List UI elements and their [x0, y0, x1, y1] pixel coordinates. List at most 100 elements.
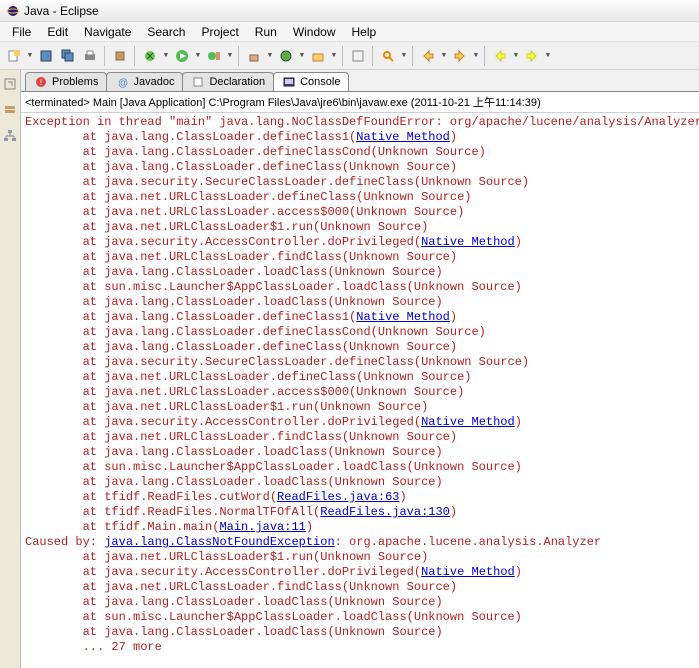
dropdown-icon[interactable]: ▼ — [298, 46, 306, 66]
line: at java.security.AccessController.doPriv… — [25, 415, 421, 429]
menu-run[interactable]: Run — [247, 23, 285, 41]
tab-declaration[interactable]: Declaration — [182, 72, 274, 91]
native-method-link[interactable]: Native Method — [421, 235, 515, 249]
separator — [134, 46, 136, 66]
new-package-button[interactable] — [244, 46, 264, 66]
line: at tfidf.ReadFiles.NormalTFOfAll( — [25, 505, 320, 519]
dropdown-icon[interactable]: ▼ — [440, 46, 448, 66]
line: at java.lang.ClassLoader.loadClass(Unkno… — [25, 595, 443, 609]
declaration-icon — [191, 75, 205, 89]
back-button[interactable] — [490, 46, 510, 66]
line: at java.lang.ClassLoader.defineClass1( — [25, 130, 356, 144]
separator — [342, 46, 344, 66]
line: at java.lang.ClassLoader.loadClass(Unkno… — [25, 445, 443, 459]
tab-label: Javadoc — [133, 76, 174, 88]
line: at java.security.SecureClassLoader.defin… — [25, 355, 529, 369]
line: at java.net.URLClassLoader$1.run(Unknown… — [25, 220, 428, 234]
dropdown-icon[interactable]: ▼ — [512, 46, 520, 66]
tab-console[interactable]: Console — [273, 72, 349, 91]
line: at java.net.URLClassLoader.access$000(Un… — [25, 385, 464, 399]
line: at tfidf.ReadFiles.cutWord( — [25, 490, 277, 504]
native-method-link[interactable]: Native Method — [356, 130, 450, 144]
separator — [484, 46, 486, 66]
line: at java.lang.ClassLoader.loadClass(Unkno… — [25, 295, 443, 309]
line: at tfidf.Main.main( — [25, 520, 219, 534]
source-link[interactable]: ReadFiles.java:63 — [277, 490, 399, 504]
save-button[interactable] — [36, 46, 56, 66]
source-link[interactable]: ReadFiles.java:130 — [320, 505, 450, 519]
tab-problems[interactable]: !Problems — [25, 72, 107, 91]
annotate-prev-button[interactable] — [418, 46, 438, 66]
new-class-button[interactable] — [276, 46, 296, 66]
svg-text:@: @ — [118, 78, 128, 88]
line: at java.net.URLClassLoader$1.run(Unknown… — [25, 550, 428, 564]
line: Caused by: — [25, 535, 104, 549]
console-output[interactable]: Exception in thread "main" java.lang.NoC… — [21, 113, 699, 668]
toolbar: ▼ ▼ ▼ ▼ ▼ ▼ ▼ ▼ ▼ ▼ ▼ ▼ — [0, 42, 699, 70]
console-icon — [282, 75, 296, 89]
menu-file[interactable]: File — [4, 23, 39, 41]
menu-navigate[interactable]: Navigate — [76, 23, 139, 41]
javadoc-icon: @ — [115, 75, 129, 89]
native-method-link[interactable]: Native Method — [421, 565, 515, 579]
line: at java.security.AccessController.doPriv… — [25, 235, 421, 249]
tab-label: Console — [300, 76, 340, 88]
menu-project[interactable]: Project — [193, 23, 246, 41]
line: at java.net.URLClassLoader.defineClass(U… — [25, 190, 471, 204]
line: at java.lang.ClassLoader.loadClass(Unkno… — [25, 625, 443, 639]
view-tabs: !Problems @ Javadoc Declaration Console — [21, 70, 699, 92]
dropdown-icon[interactable]: ▼ — [544, 46, 552, 66]
run-last-button[interactable] — [204, 46, 224, 66]
line: at java.lang.ClassLoader.defineClass(Unk… — [25, 160, 457, 174]
line: at java.net.URLClassLoader.findClass(Unk… — [25, 430, 457, 444]
dropdown-icon[interactable]: ▼ — [26, 46, 34, 66]
separator — [412, 46, 414, 66]
line: at java.lang.ClassLoader.loadClass(Unkno… — [25, 265, 443, 279]
left-sidebar — [0, 70, 21, 668]
line: at sun.misc.Launcher$AppClassLoader.load… — [25, 280, 522, 294]
forward-button[interactable] — [522, 46, 542, 66]
tab-javadoc[interactable]: @ Javadoc — [106, 72, 183, 91]
line: at java.lang.ClassLoader.defineClassCond… — [25, 145, 486, 159]
dropdown-icon[interactable]: ▼ — [400, 46, 408, 66]
print-button[interactable] — [80, 46, 100, 66]
line: at java.security.SecureClassLoader.defin… — [25, 175, 529, 189]
menu-search[interactable]: Search — [139, 23, 193, 41]
line: ... 27 more — [25, 640, 162, 654]
menu-help[interactable]: Help — [344, 23, 385, 41]
build-button[interactable] — [110, 46, 130, 66]
source-link[interactable]: Main.java:11 — [219, 520, 305, 534]
save-all-button[interactable] — [58, 46, 78, 66]
restore-icon[interactable] — [0, 74, 20, 94]
window-title: Java - Eclipse — [24, 4, 99, 18]
line: at java.security.AccessController.doPriv… — [25, 565, 421, 579]
hierarchy-icon[interactable] — [0, 126, 20, 146]
exception-link[interactable]: java.lang.ClassNotFoundException — [104, 535, 334, 549]
dropdown-icon[interactable]: ▼ — [162, 46, 170, 66]
search-button[interactable] — [378, 46, 398, 66]
dropdown-icon[interactable]: ▼ — [226, 46, 234, 66]
native-method-link[interactable]: Native Method — [421, 415, 515, 429]
console-info: <terminated> Main [Java Application] C:\… — [21, 92, 699, 113]
problems-icon: ! — [34, 75, 48, 89]
dropdown-icon[interactable]: ▼ — [266, 46, 274, 66]
separator — [238, 46, 240, 66]
new-folder-button[interactable] — [308, 46, 328, 66]
menu-edit[interactable]: Edit — [39, 23, 76, 41]
tab-label: Declaration — [209, 76, 265, 88]
annotate-next-button[interactable] — [450, 46, 470, 66]
menu-window[interactable]: Window — [285, 23, 344, 41]
line: at java.net.URLClassLoader$1.run(Unknown… — [25, 400, 428, 414]
debug-button[interactable] — [140, 46, 160, 66]
line: Exception in thread "main" java.lang.NoC… — [25, 115, 699, 129]
native-method-link[interactable]: Native Method — [356, 310, 450, 324]
open-type-button[interactable] — [348, 46, 368, 66]
run-button[interactable] — [172, 46, 192, 66]
dropdown-icon[interactable]: ▼ — [472, 46, 480, 66]
dropdown-icon[interactable]: ▼ — [330, 46, 338, 66]
line: at java.lang.ClassLoader.defineClass1( — [25, 310, 356, 324]
dropdown-icon[interactable]: ▼ — [194, 46, 202, 66]
eclipse-icon — [6, 4, 20, 18]
new-button[interactable] — [4, 46, 24, 66]
package-explorer-icon[interactable] — [0, 100, 20, 120]
